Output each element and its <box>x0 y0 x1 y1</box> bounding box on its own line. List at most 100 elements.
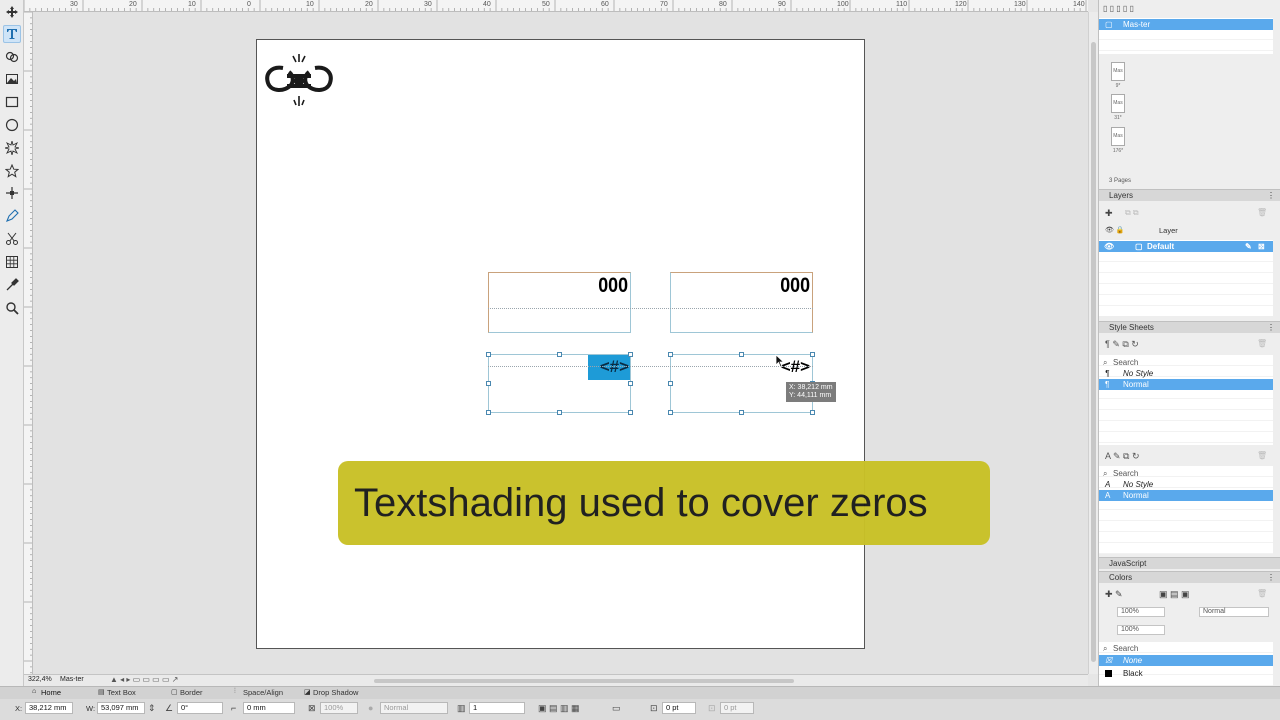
color-item-black[interactable]: Black <box>1099 668 1273 679</box>
style-sheets-header[interactable]: Style Sheets ⋮ <box>1099 321 1280 333</box>
blend-mode-select[interactable]: Normal <box>1199 607 1269 617</box>
more-icon[interactable]: ⋮ <box>1267 190 1275 201</box>
scissors-tool-icon[interactable] <box>3 230 21 248</box>
resize-handle[interactable] <box>628 381 633 386</box>
tab-border[interactable]: ▢ Border <box>171 688 203 697</box>
node-tool-icon[interactable] <box>3 184 21 202</box>
master-page-item[interactable]: ▢ Mas-ter <box>1099 19 1273 30</box>
tab-home[interactable]: ⌂ Home <box>32 688 61 697</box>
fill-target-icons[interactable]: ▣ ▤ ▣ <box>1159 589 1190 600</box>
blend-mode-select[interactable]: Normal <box>380 702 448 714</box>
page-thumbnail[interactable]: Mas <box>1111 62 1125 81</box>
layer-item-default[interactable]: 👁 ▢ Default ✎ ⊠ <box>1099 241 1273 252</box>
star-tool-icon[interactable] <box>3 162 21 180</box>
text-inset-icon: ▭ <box>612 703 621 713</box>
zoom-level[interactable]: 322,4% <box>28 676 52 683</box>
vertical-scrollbar[interactable] <box>1088 12 1098 674</box>
resize-handle[interactable] <box>628 352 633 357</box>
duplicate-layer-icon[interactable]: ⧉ ⧉ <box>1125 208 1139 218</box>
master-page[interactable]: 000 000 <#> <#> X: 38,212 mm Y: 44,111 m… <box>256 39 865 649</box>
vertical-align-icons[interactable]: ▣ ▤ ▥ ▦ <box>538 703 580 714</box>
resize-handle[interactable] <box>486 410 491 415</box>
text-frame-lower-left[interactable]: <#> <box>488 354 631 413</box>
tab-space-align[interactable]: ⫶ Space/Align <box>234 688 283 697</box>
char-style-tools-icons[interactable]: A ✎ ⧉ ↻ <box>1105 451 1140 462</box>
stepper-icon[interactable]: ⇕ <box>148 703 156 714</box>
page-layout-icons[interactable]: ▯ ▯ ▯ ▯ ▯ <box>1103 4 1134 13</box>
resize-handle[interactable] <box>486 381 491 386</box>
horizontal-scrollbar[interactable] <box>374 679 794 683</box>
character-style-search[interactable]: ⌕ Search <box>1099 468 1273 479</box>
eyedropper-tool-icon[interactable] <box>3 276 21 294</box>
oval-tool-icon[interactable] <box>3 116 21 134</box>
resize-handle[interactable] <box>557 352 562 357</box>
edit-icon[interactable]: ✎ <box>1245 241 1252 252</box>
tab-drop-shadow[interactable]: ◪ Drop Shadow <box>304 688 358 697</box>
no-fill-icon[interactable]: ⊠ <box>308 703 316 714</box>
inset-field[interactable]: 0 pt <box>662 702 696 714</box>
shade-field[interactable]: 100% <box>1117 607 1165 617</box>
trash-icon[interactable]: 🗑 <box>1257 589 1267 598</box>
current-page[interactable]: Mas-ter <box>60 676 84 683</box>
text-frame-upper-left[interactable]: 000 <box>488 272 631 333</box>
text-tool-icon[interactable] <box>3 25 21 43</box>
inset-field-2[interactable]: 0 pt <box>720 702 754 714</box>
more-icon[interactable]: ⋮ <box>1267 322 1275 333</box>
scrollbar-thumb[interactable] <box>1091 42 1096 662</box>
page-thumbnail[interactable]: Mas <box>1111 127 1125 146</box>
width-field[interactable]: 53,097 mm <box>97 702 145 714</box>
paragraph-style-item[interactable]: ¶ Normal <box>1099 379 1273 390</box>
color-search[interactable]: ⌕ Search <box>1099 643 1273 654</box>
paragraph-style-search[interactable]: ⌕ Search <box>1099 357 1273 368</box>
trash-icon[interactable]: 🗑 <box>1257 451 1267 460</box>
javascript-header[interactable]: JavaScript <box>1099 557 1280 569</box>
style-tools-icons[interactable]: ¶ ✎ ⧉ ↻ <box>1105 339 1139 350</box>
page-thumbnail[interactable]: Mas <box>1111 94 1125 113</box>
corner-radius-field[interactable]: 0 mm <box>243 702 295 714</box>
character-style-item[interactable]: A No Style <box>1099 479 1273 490</box>
layer-options-icon[interactable]: ⊠ <box>1258 241 1265 252</box>
resize-handle[interactable] <box>668 410 673 415</box>
trash-icon[interactable]: 🗑 <box>1257 339 1267 348</box>
link-tool-icon[interactable] <box>3 48 21 66</box>
angle-field[interactable]: 0° <box>177 702 223 714</box>
columns-field[interactable]: 1 <box>469 702 525 714</box>
table-tool-icon[interactable] <box>3 253 21 271</box>
page-nav-icons[interactable]: ▲ ◂ ▸ ▭ ▭ ▭ ▭ ↗ <box>110 675 178 684</box>
color-item-none[interactable]: ☒ None <box>1099 655 1273 666</box>
colors-header[interactable]: Colors ⋮ <box>1099 571 1280 583</box>
inset-icon: ⊡ <box>650 703 658 713</box>
eye-icon[interactable]: 👁 <box>1104 241 1114 252</box>
add-color-icon[interactable]: ✚ ✎ <box>1105 589 1123 600</box>
search-icon: ⌕ <box>1103 644 1108 653</box>
picture-content-tool-icon[interactable] <box>3 70 21 88</box>
layer-color-icon: ▢ <box>1135 242 1143 251</box>
layers-header[interactable]: Layers ⋮ <box>1099 189 1280 201</box>
resize-handle[interactable] <box>668 381 673 386</box>
paragraph-style-item[interactable]: ¶ No Style <box>1099 368 1273 379</box>
resize-handle[interactable] <box>810 410 815 415</box>
resize-handle[interactable] <box>628 410 633 415</box>
pen-tool-icon[interactable] <box>3 207 21 225</box>
resize-handle[interactable] <box>739 352 744 357</box>
pilcrow-icon: ¶ <box>1105 369 1110 378</box>
text-frame-upper-right[interactable]: 000 <box>670 272 813 333</box>
starburst-tool-icon[interactable] <box>3 139 21 157</box>
add-layer-icon[interactable]: ✚ <box>1105 208 1113 219</box>
resize-handle[interactable] <box>557 410 562 415</box>
trash-icon[interactable]: 🗑 <box>1257 208 1267 217</box>
opacity-field[interactable]: 100% <box>1117 625 1165 635</box>
opacity-field[interactable]: 100% <box>320 702 358 714</box>
document-canvas[interactable]: 000 000 <#> <#> X: 38,212 mm Y: 44,111 m… <box>33 12 1088 674</box>
x-position-field[interactable]: 38,212 mm <box>25 702 73 714</box>
more-icon[interactable]: ⋮ <box>1267 572 1275 583</box>
rectangle-tool-icon[interactable] <box>3 93 21 111</box>
resize-handle[interactable] <box>810 352 815 357</box>
zoom-tool-icon[interactable] <box>3 299 21 317</box>
resize-handle[interactable] <box>739 410 744 415</box>
tab-text-box[interactable]: ▤ Text Box <box>98 688 136 697</box>
resize-handle[interactable] <box>486 352 491 357</box>
resize-handle[interactable] <box>668 352 673 357</box>
character-style-item[interactable]: A Normal <box>1099 490 1273 501</box>
move-tool-icon[interactable] <box>3 3 21 21</box>
